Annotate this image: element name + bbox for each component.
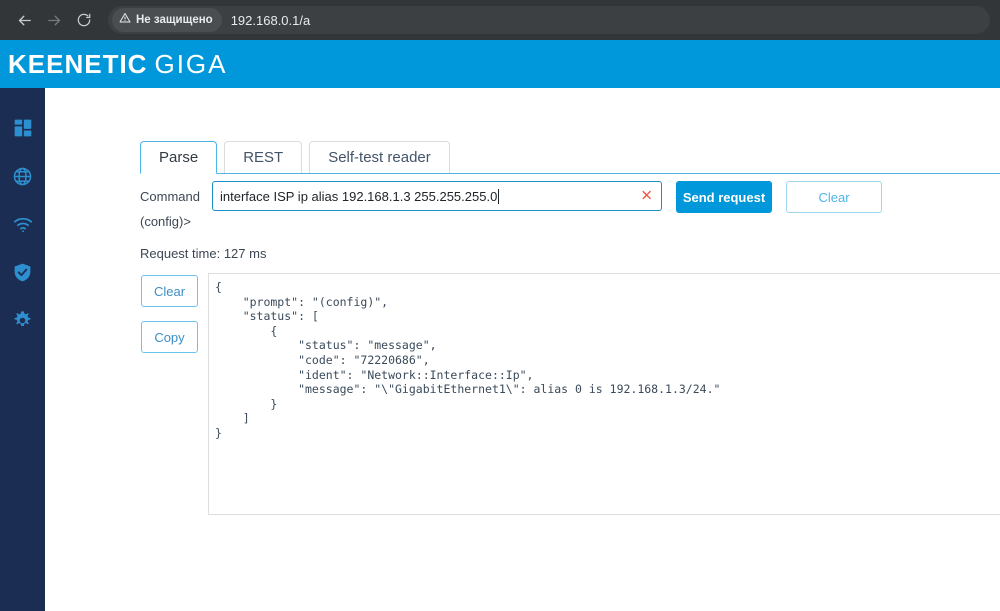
tab-parse[interactable]: Parse [140,141,218,174]
output-panel[interactable]: { "prompt": "(config)", "status": [ { "s… [208,273,1000,515]
brand-name: KEENETIC [8,48,148,79]
sidebar-item-internet[interactable] [0,152,45,200]
reload-button[interactable] [70,6,98,34]
security-status-chip[interactable]: Не защищено [112,8,222,32]
tab-bar: Parse REST Self-test reader [140,141,1000,174]
forward-arrow-icon [46,12,63,29]
sidebar-item-security[interactable] [0,248,45,296]
copy-output-button[interactable]: Copy [141,321,198,353]
send-request-button[interactable]: Send request [676,181,772,213]
text-caret [498,188,500,204]
sidebar-item-wifi[interactable] [0,200,45,248]
tab-rest[interactable]: REST [224,141,303,173]
clear-output-button[interactable]: Clear [141,275,198,307]
back-button[interactable] [10,6,38,34]
brand-model: GIGA [154,48,228,79]
app-header: KEENETIC GIGA [0,40,1000,88]
clear-command-button[interactable]: Clear [786,181,882,213]
output-json: { "prompt": "(config)", "status": [ { "s… [215,280,721,440]
browser-toolbar: Не защищено 192.168.0.1/a [0,0,1000,40]
sidebar-item-settings[interactable] [0,296,45,344]
sidebar-item-dashboard[interactable] [0,104,45,152]
request-time: Request time: 127 ms [140,246,267,261]
forward-button[interactable] [40,6,68,34]
tab-self-test-reader[interactable]: Self-test reader [309,141,450,173]
command-input[interactable]: interface ISP ip alias 192.168.1.3 255.2… [212,181,662,211]
wifi-icon [12,213,34,235]
brand-logo: KEENETIC GIGA [8,49,227,80]
copy-output-label: Copy [154,329,185,345]
cli-prompt: (config)> [140,214,191,229]
send-request-label: Send request [682,189,766,205]
tab-parse-label: Parse [159,149,199,166]
clear-command-label: Clear [818,189,850,205]
output-controls: Clear Copy [141,275,198,367]
warning-triangle-icon [119,11,131,29]
command-input-value: interface ISP ip alias 192.168.1.3 255.2… [220,188,498,204]
gear-icon [12,310,33,331]
security-status-label: Не защищено [136,14,213,26]
clear-output-label: Clear [153,283,186,299]
back-arrow-icon [16,12,33,29]
dashboard-grid-icon [13,118,33,138]
page-root: KEENETIC GIGA Parse REST Self-test reade… [0,40,1000,611]
command-row: Command interface ISP ip alias 192.168.1… [140,181,882,213]
close-x-icon[interactable]: ✕ [640,189,653,204]
main-content: Parse REST Self-test reader Command inte… [45,88,1000,611]
sidebar [0,88,45,611]
globe-icon [12,166,33,187]
shield-check-icon [12,262,33,283]
command-label: Command [140,189,200,204]
address-bar[interactable]: Не защищено 192.168.0.1/a [108,6,990,34]
tab-rest-label: REST [243,149,284,166]
tab-self-test-reader-label: Self-test reader [328,149,431,166]
address-bar-url: 192.168.0.1/a [230,12,311,28]
reload-icon [76,12,92,28]
